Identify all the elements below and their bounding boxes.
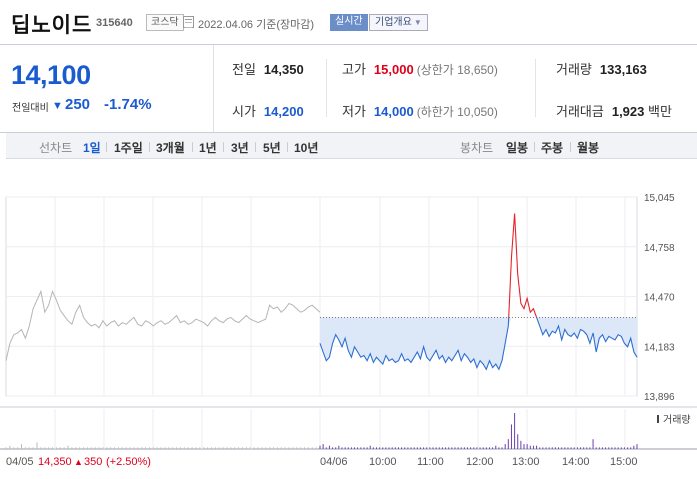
line-chart-label: 선차트 — [39, 141, 73, 155]
open-label: 시가 — [232, 104, 256, 119]
y-tick-label: 13,896 — [644, 392, 675, 403]
divider — [287, 142, 288, 152]
price-chart-svg: 15,045 14,758 14,470 14,183 13,896 거래량 04/06 10… — [0, 193, 697, 468]
period-3m[interactable]: 3개월 — [156, 139, 185, 156]
prev-day-price: 14,350 — [38, 456, 72, 468]
amount-unit: 백만 — [648, 104, 672, 119]
divider — [255, 142, 256, 152]
x-tick-label: 13:00 — [512, 456, 540, 468]
amount-value: 1,923 — [611, 104, 645, 119]
prev-close-label: 전일 — [232, 62, 256, 77]
x-tick-label: 15:00 — [610, 456, 638, 468]
period-10y[interactable]: 10년 — [294, 139, 318, 156]
y-tick-label: 14,183 — [644, 342, 675, 353]
company-info-dropdown[interactable]: 기업개요 ▼ — [369, 14, 428, 31]
volume-label: 거래량 — [556, 62, 592, 77]
high-value: 15,000 — [373, 62, 414, 77]
up-triangle-icon: ▲ — [74, 457, 83, 467]
lower-limit: (하한가 10,050) — [416, 105, 498, 119]
divider — [570, 142, 571, 152]
divider — [192, 142, 193, 152]
low-cell: 저가 14,000 (하한가 10,050) — [342, 101, 498, 120]
y-tick-label: 15,045 — [644, 193, 675, 204]
x-tick-label: 04/06 — [320, 456, 348, 468]
divider — [326, 59, 327, 117]
price-chart[interactable]: 15,045 14,758 14,470 14,183 13,896 거래량 04/06 10… — [0, 159, 697, 479]
volume-value: 133,163 — [599, 62, 647, 77]
series-prev-day — [5, 289, 321, 361]
period-weekly-candle[interactable]: 주봉 — [541, 139, 563, 156]
divider — [535, 59, 536, 117]
period-5y[interactable]: 5년 — [263, 139, 281, 156]
change-value: 250 — [65, 96, 91, 113]
chevron-down-icon: ▼ — [413, 18, 422, 27]
divider — [534, 142, 535, 152]
open-cell: 시가 14,200 — [232, 101, 304, 120]
prev-day-pct: (+2.50%) — [106, 456, 151, 468]
change-label: 전일대비 — [12, 103, 49, 114]
volume-legend-icon — [657, 415, 659, 423]
candle-chart-label: 봉차트 — [460, 141, 494, 155]
upper-limit: (상한가 18,650) — [416, 63, 498, 77]
volume-label: 거래량 — [663, 414, 691, 426]
x-tick-label: 14:00 — [562, 456, 590, 468]
prev-close-cell: 전일 14,350 — [232, 59, 304, 78]
market-badge: 코스닥 — [146, 14, 184, 31]
high-label: 고가 — [342, 62, 366, 77]
divider — [223, 142, 224, 152]
change-percent: -1.74% — [104, 96, 152, 113]
realtime-button[interactable]: 실시간 — [330, 14, 368, 31]
y-tick-label: 14,470 — [644, 293, 675, 304]
divider — [106, 142, 107, 152]
y-tick-label: 14,758 — [644, 243, 675, 254]
stock-name: 딥노이드 — [11, 14, 93, 37]
chart-period-bar: 선차트 1일 1주일 3개월 1년 3년 5년 10년 봉차트 일봉 주봉 월봉 — [6, 133, 697, 159]
prev-close-value: 14,350 — [263, 62, 304, 77]
divider — [149, 142, 150, 152]
open-value: 14,200 — [263, 104, 304, 119]
stock-header: 딥노이드 315640 코스닥 2022.04.06 기준(장마감) 실시간 기… — [0, 0, 697, 44]
current-price: 14,100 — [11, 60, 91, 90]
low-value: 14,000 — [373, 104, 414, 119]
period-3y[interactable]: 3년 — [231, 139, 249, 156]
x-tick-label: 04/05 — [6, 456, 34, 468]
period-1w[interactable]: 1주일 — [114, 139, 143, 156]
x-tick-label: 12:00 — [466, 456, 494, 468]
stock-code: 315640 — [96, 17, 133, 29]
period-1d[interactable]: 1일 — [83, 139, 101, 156]
quote-date: 2022.04.06 기준(장마감) — [198, 19, 315, 31]
amount-label: 거래대금 — [556, 104, 604, 119]
x-tick-label: 11:00 — [417, 456, 444, 468]
period-1y[interactable]: 1년 — [199, 139, 217, 156]
price-box: 14,100 전일대비 ▼ 250 -1.74% — [0, 45, 214, 132]
prev-day-change: 350 — [84, 456, 102, 468]
high-cell: 고가 15,000 (상한가 18,650) — [342, 59, 498, 78]
x-tick-label: 10:00 — [369, 456, 397, 468]
quote-summary: 14,100 전일대비 ▼ 250 -1.74% 전일 14,350 시가 14,2… — [0, 44, 697, 133]
low-label: 저가 — [342, 104, 366, 119]
down-triangle-icon: ▼ — [52, 100, 63, 112]
period-daily-candle[interactable]: 일봉 — [506, 139, 528, 156]
company-info-label: 기업개요 — [375, 17, 412, 28]
period-monthly-candle[interactable]: 월봉 — [577, 139, 599, 156]
volume-cell: 거래량 133,163 — [556, 59, 647, 78]
calendar-icon — [183, 16, 194, 28]
amount-cell: 거래대금 1,923 백만 — [556, 101, 672, 120]
